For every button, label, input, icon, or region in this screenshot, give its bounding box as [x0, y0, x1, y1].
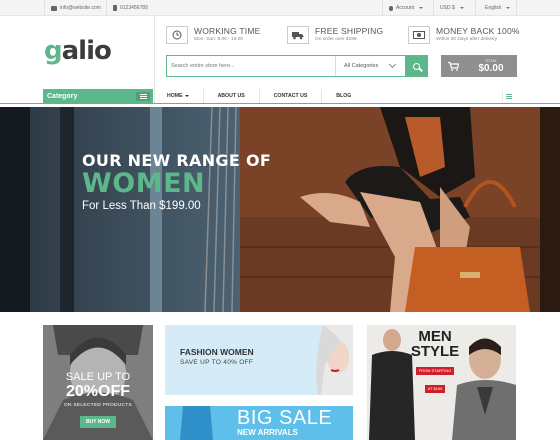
truck-icon	[287, 26, 309, 44]
category-label: Category	[47, 92, 78, 100]
cart-button[interactable]: TOTAL $0.00	[441, 55, 517, 77]
feature-sub: Mon- Sun: 8.00 - 18.00	[194, 37, 244, 42]
big-sale-sub: NEW ARRIVALS	[237, 428, 298, 437]
men-style-text: MEN STYLE FROM STARTING AT $199	[409, 329, 461, 395]
nav-home-label: HOME	[167, 93, 183, 99]
menu-icon[interactable]	[502, 91, 514, 101]
men-line1: MEN	[418, 328, 452, 345]
phone-icon	[113, 5, 117, 11]
account-label: Account	[396, 5, 415, 11]
sale-text: SALE UP TO 20%OFF ON SELECTED PRODUCTS B…	[43, 371, 153, 428]
hero-text: OUR NEW RANGE OF WOMEN For Less Than $19…	[82, 152, 271, 214]
currency-dropdown[interactable]: USD $	[433, 0, 470, 16]
main-nav: HOME ABOUT US CONTACT US BLOG	[161, 89, 365, 103]
phone-text: 0123456789	[120, 5, 148, 11]
promo-tile-big-sale[interactable]: BIG SALE NEW ARRIVALS	[165, 406, 353, 440]
feature-working-time: WORKING TIME Mon- Sun: 8.00 - 18.00	[166, 24, 260, 46]
caret-down-icon	[459, 7, 464, 9]
user-icon	[389, 5, 393, 11]
buy-now-button[interactable]: BUY NOW	[79, 416, 117, 428]
woman-dress-image	[165, 406, 225, 440]
language-dropdown[interactable]: English	[475, 0, 517, 16]
logo-g: g	[44, 36, 63, 66]
feature-money-back: MONEY BACK 100% Within 30 Days after del…	[408, 24, 520, 46]
nav-contact-label: CONTACT US	[273, 93, 308, 99]
nav-about-label: ABOUT US	[217, 93, 245, 99]
sale-line3: ON SELECTED PRODUCTS	[63, 403, 133, 408]
fashion-sub: SAVE UP TO 40% OFF	[180, 359, 254, 366]
big-sale-text: BIG SALE NEW ARRIVALS	[237, 408, 347, 438]
sale-line2: 20%OFF	[65, 383, 130, 400]
logo-rest: alio	[61, 36, 112, 66]
top-bar: info@website.com 0123456789 Account USD …	[0, 0, 560, 16]
search-icon	[412, 62, 420, 70]
email-text: info@website.com	[60, 5, 101, 11]
nav-blog[interactable]: BLOG	[322, 89, 365, 103]
cart-icon	[441, 61, 465, 71]
woman-face-image	[316, 325, 353, 395]
account-dropdown[interactable]: Account	[382, 0, 429, 16]
clock-icon	[166, 26, 188, 44]
sale-line1: SALE UP TO	[65, 371, 131, 383]
hero-banner[interactable]: OUR NEW RANGE OF WOMEN For Less Than $19…	[0, 107, 560, 312]
email-link[interactable]: info@website.com	[44, 0, 107, 16]
caret-down-icon	[419, 7, 424, 9]
feature-title: FREE SHIPPING	[315, 26, 384, 36]
currency-label: USD $	[440, 5, 455, 11]
category-select-label: All Categories	[344, 63, 379, 69]
envelope-icon	[51, 5, 57, 11]
big-sale-title: BIG SALE	[237, 407, 333, 429]
menu-icon	[136, 92, 150, 101]
nav-contact-us[interactable]: CONTACT US	[260, 89, 323, 103]
language-label: English	[485, 5, 502, 11]
hero-line3: For Less Than $199.00	[82, 200, 201, 212]
category-select[interactable]: All Categories	[335, 56, 405, 76]
feature-title: MONEY BACK 100%	[436, 26, 520, 36]
phone-link[interactable]: 0123456789	[106, 0, 154, 16]
nav-blog-label: BLOG	[336, 93, 352, 99]
feature-sub: Within 30 Days after delivery	[436, 37, 498, 42]
men-line4: AT $199	[424, 385, 446, 393]
search-button[interactable]	[405, 56, 427, 76]
fashion-text: FASHION WOMEN SAVE UP TO 40% OFF	[180, 347, 254, 368]
caret-down-icon	[506, 7, 511, 9]
hero-line2: WOMEN	[82, 168, 206, 199]
chevron-down-icon	[389, 60, 397, 69]
category-menu-button[interactable]: Category	[43, 89, 153, 103]
money-icon	[408, 26, 430, 44]
search-bar: All Categories	[166, 55, 428, 77]
feature-sub: On order over $199	[315, 37, 357, 42]
caret-down-icon	[184, 95, 189, 97]
nav-home[interactable]: HOME	[161, 89, 204, 103]
logo[interactable]: galio	[44, 36, 122, 66]
feature-title: WORKING TIME	[194, 26, 261, 36]
page: info@website.com 0123456789 Account USD …	[0, 0, 560, 440]
feature-free-shipping: FREE SHIPPING On order over $199	[287, 24, 383, 46]
search-input[interactable]	[167, 56, 335, 76]
promo-tile-sale[interactable]: SALE UP TO 20%OFF ON SELECTED PRODUCTS B…	[43, 325, 153, 440]
men-line2: STYLE	[410, 343, 460, 360]
cart-amount: $0.00	[478, 63, 504, 74]
fashion-title: FASHION WOMEN	[180, 347, 254, 357]
men-line3: FROM STARTING	[415, 367, 455, 375]
promo-tile-fashion-women[interactable]: FASHION WOMEN SAVE UP TO 40% OFF	[165, 325, 353, 395]
header-divider	[154, 16, 155, 104]
promo-tile-men-style[interactable]: MEN STYLE FROM STARTING AT $199	[367, 325, 516, 440]
nav-about-us[interactable]: ABOUT US	[204, 89, 260, 103]
nav-underline	[0, 103, 560, 104]
